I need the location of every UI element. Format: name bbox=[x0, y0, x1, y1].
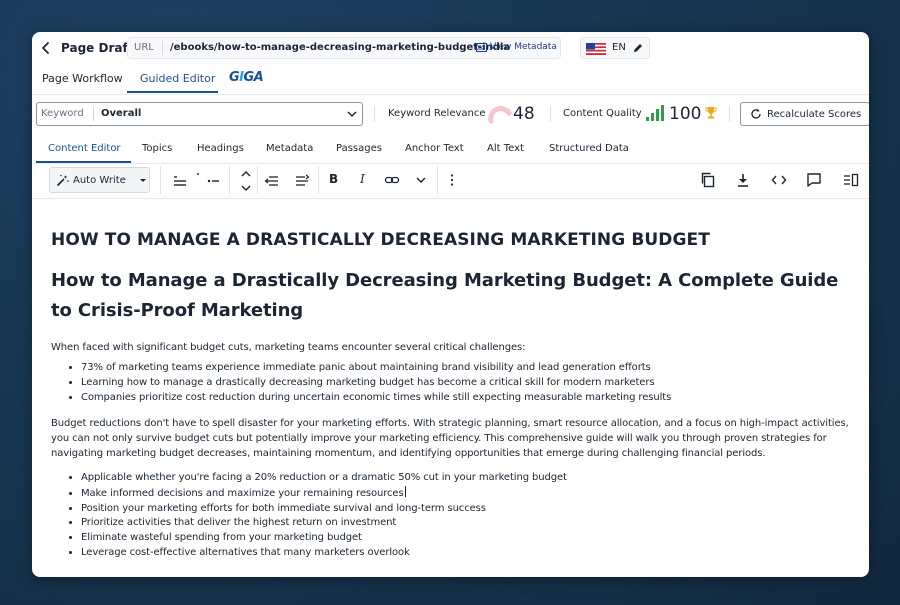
page-title: Page Draft bbox=[61, 41, 134, 55]
us-flag-icon bbox=[586, 43, 606, 55]
keyword-label: Keyword bbox=[41, 108, 84, 119]
magic-wand-icon bbox=[56, 174, 69, 186]
score-bar: Keyword Overall Keyword Relevance 48 Con… bbox=[32, 100, 869, 128]
divider bbox=[229, 166, 230, 194]
auto-write-label: Auto Write bbox=[73, 174, 126, 186]
move-up-down-icon[interactable] bbox=[238, 170, 254, 192]
keyword-select[interactable]: Keyword Overall bbox=[36, 102, 363, 126]
benefits-list: Applicable whether you're facing a 20% r… bbox=[51, 471, 851, 561]
recalculate-scores-button[interactable]: Recalculate Scores bbox=[740, 102, 869, 126]
tab-headings[interactable]: Headings bbox=[197, 143, 244, 154]
list-item: Leverage cost-effective alternatives tha… bbox=[81, 546, 851, 561]
divider bbox=[32, 163, 869, 164]
tab-topics[interactable]: Topics bbox=[142, 143, 172, 154]
tab-passages[interactable]: Passages bbox=[336, 143, 382, 154]
keyword-value: Overall bbox=[101, 108, 142, 119]
divider bbox=[257, 166, 258, 194]
list-item: Applicable whether you're facing a 20% r… bbox=[81, 471, 851, 486]
metadata-icon bbox=[476, 42, 487, 52]
gauge-icon bbox=[488, 106, 512, 124]
document-h1: HOW TO MANAGE A DRASTICALLY DECREASING M… bbox=[51, 230, 710, 250]
divider bbox=[318, 166, 319, 194]
divider bbox=[32, 94, 869, 95]
numbered-list-icon[interactable] bbox=[205, 172, 221, 188]
document-body[interactable]: HOW TO MANAGE A DRASTICALLY DECREASING M… bbox=[51, 228, 851, 561]
outdent-icon[interactable] bbox=[264, 172, 280, 188]
back-arrow-icon[interactable] bbox=[38, 39, 54, 57]
download-icon[interactable] bbox=[735, 172, 751, 188]
refresh-icon bbox=[751, 108, 761, 119]
document-paragraph: Budget reductions don't have to spell di… bbox=[51, 417, 849, 459]
copy-icon[interactable] bbox=[700, 172, 716, 188]
editor-toolbar: Auto Write B I bbox=[32, 166, 869, 196]
trophy-icon bbox=[705, 107, 717, 119]
document-intro: When faced with significant budget cuts,… bbox=[51, 342, 526, 353]
comment-icon[interactable] bbox=[806, 172, 822, 188]
list-item: Companies prioritize cost reduction duri… bbox=[81, 391, 851, 406]
page-header: Page Draft URL /ebooks/how-to-manage-dec… bbox=[32, 32, 869, 64]
more-options-icon[interactable] bbox=[444, 172, 460, 188]
divider bbox=[160, 166, 161, 194]
tab-structured-data[interactable]: Structured Data bbox=[549, 143, 629, 154]
bold-button[interactable]: B bbox=[329, 172, 338, 186]
url-divider bbox=[162, 41, 163, 55]
signal-bars-icon bbox=[646, 105, 664, 121]
list-item: Position your marketing efforts for both… bbox=[81, 502, 851, 517]
challenges-list: 73% of marketing teams experience immedi… bbox=[51, 361, 851, 406]
chevron-down-icon[interactable] bbox=[413, 172, 429, 188]
italic-button[interactable]: I bbox=[360, 172, 365, 186]
section-tabs: Content Editor Topics Headings Metadata … bbox=[32, 137, 869, 163]
giga-logo[interactable]: GIGA bbox=[229, 70, 264, 85]
text-cursor bbox=[404, 485, 406, 497]
content-quality-label: Content Quality bbox=[563, 108, 642, 119]
url-value: /ebooks/how-to-manage-decreasing-marketi… bbox=[170, 42, 511, 53]
workflow-tabs: Page Workflow Guided Editor GIGA bbox=[32, 66, 869, 94]
divider bbox=[374, 106, 375, 122]
language-selector[interactable]: EN bbox=[580, 37, 650, 59]
chevron-down-icon bbox=[347, 111, 357, 117]
language-code: EN bbox=[612, 42, 626, 53]
link-icon[interactable] bbox=[384, 172, 400, 188]
content-quality-score: 100 bbox=[669, 104, 702, 124]
divider bbox=[437, 166, 438, 194]
list-item: Eliminate wasteful spending from your ma… bbox=[81, 531, 851, 546]
tab-content-editor[interactable]: Content Editor bbox=[48, 143, 121, 154]
panel-icon[interactable] bbox=[843, 172, 859, 188]
divider bbox=[729, 106, 730, 122]
view-metadata-label: View Metadata bbox=[490, 42, 557, 52]
tab-metadata[interactable]: Metadata bbox=[266, 143, 313, 154]
tab-alt-text[interactable]: Alt Text bbox=[487, 143, 524, 154]
url-field: URL /ebooks/how-to-manage-decreasing-mar… bbox=[127, 37, 561, 59]
list-item: Prioritize activities that deliver the h… bbox=[81, 516, 851, 531]
view-metadata-link[interactable]: View Metadata bbox=[476, 42, 557, 52]
keyword-relevance-label: Keyword Relevance bbox=[388, 108, 486, 119]
tab-page-workflow[interactable]: Page Workflow bbox=[42, 72, 123, 85]
auto-write-button[interactable]: Auto Write bbox=[49, 167, 150, 193]
chevron-down-icon bbox=[139, 179, 146, 182]
code-icon[interactable] bbox=[771, 172, 787, 188]
list-item: 73% of marketing teams experience immedi… bbox=[81, 361, 851, 376]
divider bbox=[550, 106, 551, 122]
active-tab-indicator bbox=[127, 91, 218, 93]
indent-icon[interactable] bbox=[294, 172, 310, 188]
list-item-text: Make informed decisions and maximize you… bbox=[81, 487, 404, 499]
recalculate-label: Recalculate Scores bbox=[767, 108, 862, 120]
tab-guided-editor[interactable]: Guided Editor bbox=[140, 72, 215, 85]
bulleted-list-icon[interactable] bbox=[172, 172, 188, 188]
url-label: URL bbox=[134, 42, 154, 53]
document-h2: How to Manage a Drastically Decreasing M… bbox=[51, 270, 839, 321]
editor-window: Page Draft URL /ebooks/how-to-manage-dec… bbox=[32, 32, 869, 577]
list-item: Make informed decisions and maximize you… bbox=[81, 485, 851, 502]
divider bbox=[32, 198, 869, 199]
list-item: Learning how to manage a drastically dec… bbox=[81, 376, 851, 391]
pencil-icon[interactable] bbox=[632, 42, 644, 54]
tab-anchor-text[interactable]: Anchor Text bbox=[405, 143, 464, 154]
keyword-relevance-score: 48 bbox=[513, 104, 535, 124]
keyword-divider bbox=[93, 107, 94, 121]
